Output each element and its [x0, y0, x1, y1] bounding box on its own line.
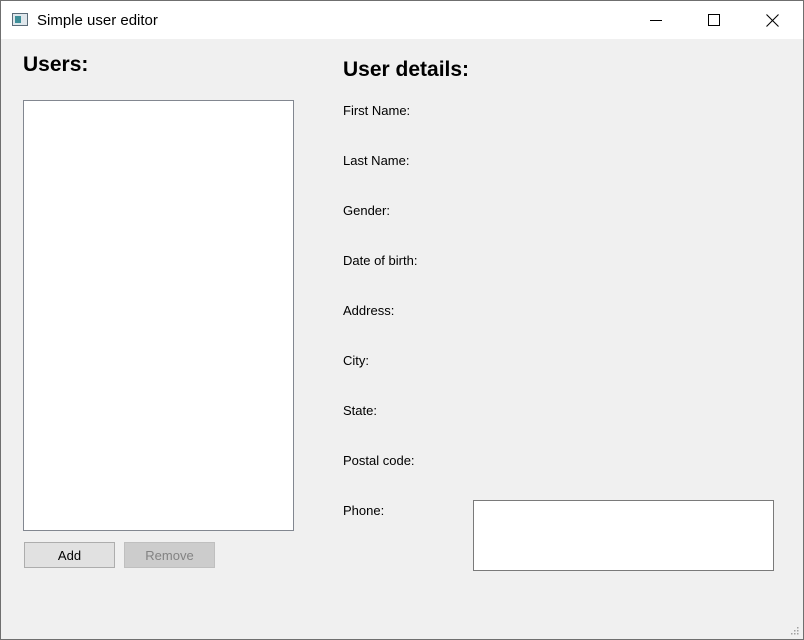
main-window: Simple user editor Users: Add Remove Use…: [0, 0, 804, 640]
first-name-label: First Name:: [343, 103, 411, 118]
gender-label: Gender:: [343, 203, 390, 218]
users-heading: Users:: [23, 53, 89, 76]
phone-field[interactable]: [473, 500, 774, 571]
address-label: Address:: [343, 303, 395, 318]
add-user-button[interactable]: Add: [24, 542, 115, 568]
date-of-birth-label: Date of birth:: [343, 253, 418, 268]
minimize-icon: [650, 20, 662, 21]
users-list[interactable]: [23, 100, 294, 531]
resize-grip-icon[interactable]: [791, 627, 799, 635]
close-button[interactable]: [743, 1, 801, 39]
postal-code-label: Postal code:: [343, 453, 415, 468]
user-details-heading: User details:: [343, 58, 470, 81]
remove-user-button[interactable]: Remove: [124, 542, 215, 568]
state-label: State:: [343, 403, 377, 418]
maximize-icon: [708, 14, 720, 26]
last-name-label: Last Name:: [343, 153, 410, 168]
app-icon: [12, 13, 28, 26]
close-icon: [765, 13, 779, 27]
city-label: City:: [343, 353, 369, 368]
title-bar[interactable]: Simple user editor: [1, 1, 803, 39]
minimize-button[interactable]: [627, 1, 685, 39]
phone-label: Phone:: [343, 503, 385, 518]
maximize-button[interactable]: [685, 1, 743, 39]
window-title: Simple user editor: [37, 12, 158, 29]
